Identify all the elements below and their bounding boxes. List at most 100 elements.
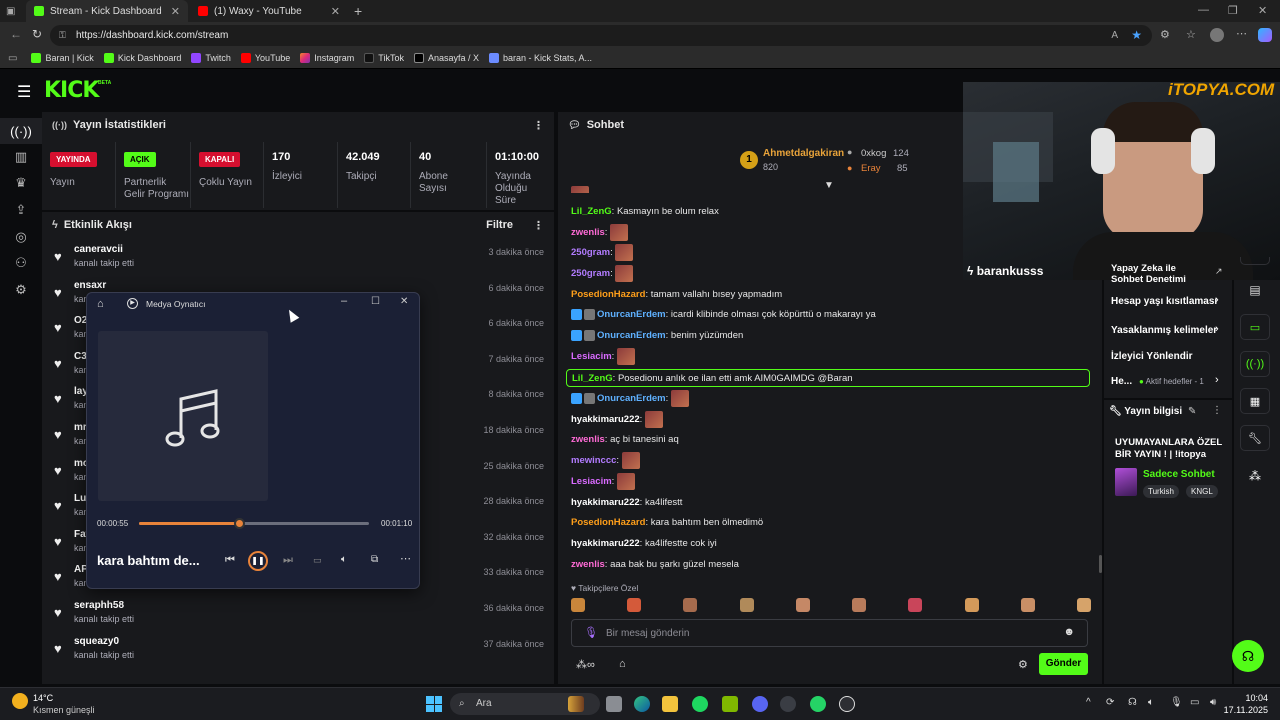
chat-message[interactable]: 250gram: <box>571 265 634 283</box>
follower-avatar[interactable] <box>571 598 585 612</box>
chat-username[interactable]: PosedionHazard <box>571 289 645 300</box>
mic-icon[interactable]: 🎙︎ <box>1170 697 1183 708</box>
bookmark[interactable]: TikTok <box>364 53 404 63</box>
filter-button[interactable]: Filtre <box>486 219 513 231</box>
leader-name[interactable]: Eray <box>861 163 881 174</box>
chat-message[interactable]: hyakkimaru222: ka4lifestte cok iyi <box>571 535 717 553</box>
discord-icon[interactable] <box>752 696 768 712</box>
category-name[interactable]: Sadece Sohbet <box>1143 469 1215 480</box>
community-icon[interactable]: ⚇ <box>0 250 42 276</box>
read-aloud-icon[interactable]: A <box>1111 25 1118 46</box>
emote-combo-icon[interactable]: ⁂∞ <box>576 658 595 671</box>
previous-track-icon[interactable]: ⏮ <box>225 554 235 567</box>
more-options-icon[interactable]: ⋮ <box>533 119 544 132</box>
favorites-icon[interactable]: ☆ <box>1186 28 1196 41</box>
clock-time[interactable]: 10:04 <box>1236 693 1268 703</box>
emotes-icon[interactable]: ⁂ <box>1240 466 1270 486</box>
follower-avatar[interactable] <box>852 598 867 612</box>
activity-username[interactable]: squeazy0 <box>74 636 119 647</box>
chat-message[interactable]: hyakkimaru222: <box>571 411 663 429</box>
trophy-icon[interactable]: ♛ <box>0 170 42 196</box>
activity-row[interactable]: ♥ caneravcii kanalı takip etti 3 dakika önc… <box>46 240 552 274</box>
close-tab-icon[interactable]: ✕ <box>171 5 180 18</box>
activity-username[interactable]: Lu <box>74 493 86 504</box>
chat-username[interactable]: zwenlis <box>571 559 605 570</box>
close-window-icon[interactable]: ✕ <box>1258 4 1267 17</box>
chat-username[interactable]: zwenlis <box>571 227 605 238</box>
leader-name[interactable]: Ahmetdalgakiran <box>763 148 844 159</box>
close-icon[interactable]: ✕ <box>400 296 408 307</box>
more-options-icon[interactable]: ⋮ <box>533 219 544 232</box>
broadcast-toggle-icon[interactable]: ((·)) <box>1240 351 1270 377</box>
more-options-icon[interactable]: ⋯ <box>400 552 411 565</box>
store-icon[interactable]: ⌂ <box>619 658 626 670</box>
activity-row[interactable]: ♥ seraphh58 kanalı takip etti 36 dakika önc… <box>46 596 552 630</box>
new-tab-icon[interactable]: + <box>354 3 362 19</box>
chat-message[interactable]: zwenlis: aaa bak bu şarkı güzel mesela <box>571 556 739 574</box>
chat-toggle-icon[interactable]: ▭ <box>1240 314 1270 340</box>
chat-username[interactable]: 250gram <box>571 268 610 279</box>
kick-logo[interactable]: KICK <box>44 78 99 103</box>
follower-avatar[interactable] <box>683 598 698 612</box>
ai-moderation-link[interactable]: Yapay Zeka ile Sohbet Denetimi <box>1111 263 1206 285</box>
chat-username[interactable]: Lil_ZenG <box>572 373 613 384</box>
bookmark[interactable]: Instagram <box>300 53 354 63</box>
chat-message[interactable]: Lesiacim: <box>571 473 635 491</box>
send-button[interactable]: Gönder <box>1039 653 1088 675</box>
home-icon[interactable]: ⌂ <box>97 298 104 310</box>
quick-action-partial[interactable] <box>1240 257 1270 265</box>
chat-username[interactable]: hyakkimaru222 <box>571 414 640 425</box>
goals-link[interactable]: He... <box>1111 376 1132 387</box>
chat-username[interactable]: PosedionHazard <box>571 517 645 528</box>
support-chat-button[interactable]: ☊ <box>1232 640 1264 672</box>
notes-icon[interactable]: ▤ <box>1240 282 1270 298</box>
app-icon[interactable] <box>722 696 738 712</box>
chat-username[interactable]: OnurcanErdem <box>597 330 666 341</box>
stream-nav-icon[interactable]: ((·)) <box>0 118 42 144</box>
copilot-icon[interactable] <box>1258 28 1272 42</box>
edit-icon[interactable]: ✎ <box>1188 406 1196 417</box>
minimize-icon[interactable]: – <box>341 295 347 307</box>
bookmark[interactable]: Anasayfa / X <box>413 53 479 63</box>
chat-username[interactable]: Lesiacim <box>571 476 612 487</box>
pause-button[interactable]: ❚❚ <box>248 551 268 571</box>
windows-start-icon[interactable] <box>426 696 442 712</box>
chat-username[interactable]: Lesiacim <box>571 351 612 362</box>
chat-settings-icon[interactable]: ⚙ <box>1018 658 1028 671</box>
url-field[interactable]: ⚿ https://dashboard.kick.com/stream A ★ <box>50 25 1152 46</box>
activity-username[interactable]: caneravcii <box>74 244 123 255</box>
external-link-icon[interactable]: ↗ <box>1215 266 1223 277</box>
chat-input[interactable]: 🎙︎ Bir mesaj gönderin ☻ <box>571 619 1088 647</box>
extensions-icon[interactable]: ⚙ <box>1160 28 1170 41</box>
maximize-icon[interactable]: ☐ <box>371 296 380 307</box>
chat-message[interactable]: zwenlis: <box>571 224 629 242</box>
activity-username[interactable]: seraphh58 <box>74 600 124 611</box>
chat-username[interactable]: OnurcanErdem <box>597 393 666 404</box>
bookmark[interactable]: YouTube <box>240 53 290 63</box>
seek-bar[interactable] <box>139 518 369 529</box>
host-viewers-link[interactable]: İzleyici Yönlendir <box>1111 351 1193 362</box>
media-player-taskbar-icon[interactable] <box>839 696 855 712</box>
back-icon[interactable]: ← <box>10 27 22 41</box>
follower-avatar[interactable] <box>627 598 642 612</box>
minimize-icon[interactable]: — <box>1198 4 1209 16</box>
steam-icon[interactable] <box>780 696 796 712</box>
chat-username[interactable]: zwenlis <box>571 434 605 445</box>
chat-message[interactable]: 250gram: <box>571 244 634 262</box>
activity-username[interactable]: C3 <box>74 351 87 362</box>
volume-icon[interactable]: 🔊︎ <box>1210 697 1216 708</box>
camera-icon[interactable]: ◎ <box>0 224 42 250</box>
follower-avatar[interactable] <box>739 598 754 612</box>
chat-message[interactable]: PosedionHazard: kara bahtım ben ölmedimö <box>571 514 763 532</box>
speaker-icon[interactable]: 🔈︎ <box>1148 697 1154 708</box>
restore-icon[interactable]: ❐ <box>1228 4 1238 17</box>
chat-message[interactable]: zwenlis: aç bi tanesini aq <box>571 431 679 449</box>
hamburger-menu-icon[interactable]: ☰ <box>17 82 31 102</box>
analytics-icon[interactable]: ▥ <box>0 144 42 170</box>
follower-avatar[interactable] <box>1020 598 1035 612</box>
edge-icon[interactable] <box>634 696 650 712</box>
next-track-icon[interactable]: ⏭ <box>283 554 293 567</box>
clock-date[interactable]: 17.11.2025 <box>1222 705 1268 715</box>
chat-username[interactable]: hyakkimaru222 <box>571 497 640 508</box>
site-info-icon[interactable]: ⚿ <box>59 25 66 46</box>
